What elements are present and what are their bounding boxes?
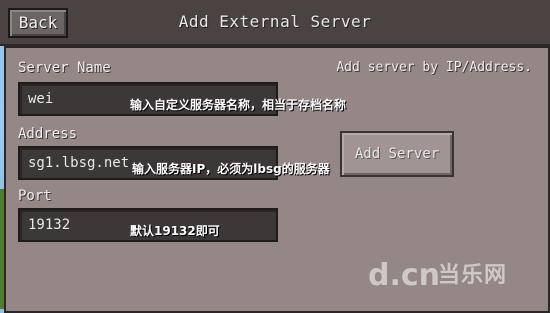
port-value: 19132	[28, 217, 71, 233]
header-bar: Add External Server Back	[0, 0, 550, 46]
server-name-value: wei	[28, 91, 54, 107]
watermark-logo: d.cn	[368, 258, 441, 293]
address-label: Address	[18, 126, 78, 142]
address-annotation: 输入服务器IP，必须为lbsg的服务器	[132, 162, 330, 176]
page-title: Add External Server	[178, 12, 372, 31]
add-server-hint: Add server by IP/Address.	[336, 60, 532, 75]
port-label: Port	[18, 188, 52, 204]
server-name-annotation: 输入自定义服务器名称，相当于存档名称	[130, 98, 347, 112]
back-button[interactable]: Back	[8, 8, 68, 38]
server-name-label: Server Name	[18, 60, 111, 76]
watermark-text: 当乐网	[438, 263, 508, 288]
add-server-button[interactable]: Add Server	[340, 131, 454, 177]
watermark: d.cn 当乐网	[368, 259, 538, 293]
port-annotation: 默认19132即可	[130, 224, 220, 238]
address-value: sg1.lbsg.net	[28, 155, 130, 171]
